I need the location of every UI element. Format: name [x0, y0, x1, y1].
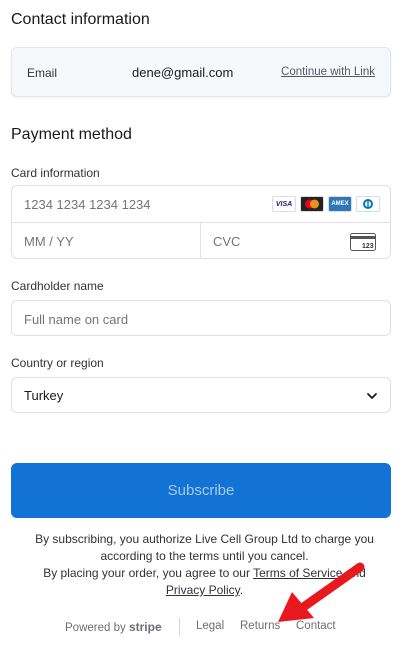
cardholder-name-field: [11, 300, 391, 336]
email-box: Email dene@gmail.com Continue with Link: [11, 47, 391, 97]
stripe-logo: stripe: [128, 620, 162, 634]
card-information-group: VISA AMEX 123: [11, 185, 391, 259]
card-brands: VISA AMEX: [272, 196, 380, 212]
powered-by-stripe[interactable]: Powered by stripe: [65, 620, 162, 634]
expiry-cell: [12, 223, 201, 259]
country-select[interactable]: Turkey: [11, 377, 391, 413]
card-information-label: Card information: [11, 166, 100, 180]
visa-icon: VISA: [272, 196, 296, 212]
powered-by-text: Powered by: [65, 622, 126, 634]
diners-icon: [356, 196, 380, 212]
cvc-icon-text: 123: [362, 243, 374, 250]
mastercard-icon: [300, 196, 324, 212]
cvc-input[interactable]: [213, 234, 333, 249]
legal-period: .: [239, 583, 244, 597]
footer-divider: [179, 618, 180, 636]
cardholder-name-input[interactable]: [24, 312, 374, 327]
email-value: dene@gmail.com: [132, 65, 234, 80]
email-label: Email: [27, 66, 58, 80]
expiry-input[interactable]: [24, 234, 184, 249]
contact-section-title: Contact information: [11, 11, 150, 28]
chevron-down-icon: [367, 393, 377, 399]
footer-legal-link[interactable]: Legal: [196, 620, 224, 632]
legal-line-3-prefix: By placing your order, you agree to our: [43, 566, 254, 580]
country-value: Turkey: [24, 388, 64, 403]
legal-line-1: By subscribing, you authorize Live Cell …: [35, 532, 374, 546]
card-number-row: VISA AMEX: [12, 186, 390, 223]
amex-icon: AMEX: [328, 196, 352, 212]
annotation-arrow-icon: [278, 562, 365, 622]
card-number-input[interactable]: [24, 197, 264, 212]
country-label: Country or region: [11, 356, 104, 370]
cvc-card-icon: 123: [350, 233, 376, 251]
continue-with-link-link[interactable]: Continue with Link: [281, 66, 375, 78]
cvc-cell: 123: [201, 223, 390, 259]
subscribe-button[interactable]: Subscribe: [11, 463, 391, 518]
privacy-policy-link[interactable]: Privacy Policy: [166, 583, 240, 597]
cardholder-name-label: Cardholder name: [11, 279, 104, 293]
payment-section-title: Payment method: [11, 126, 132, 143]
